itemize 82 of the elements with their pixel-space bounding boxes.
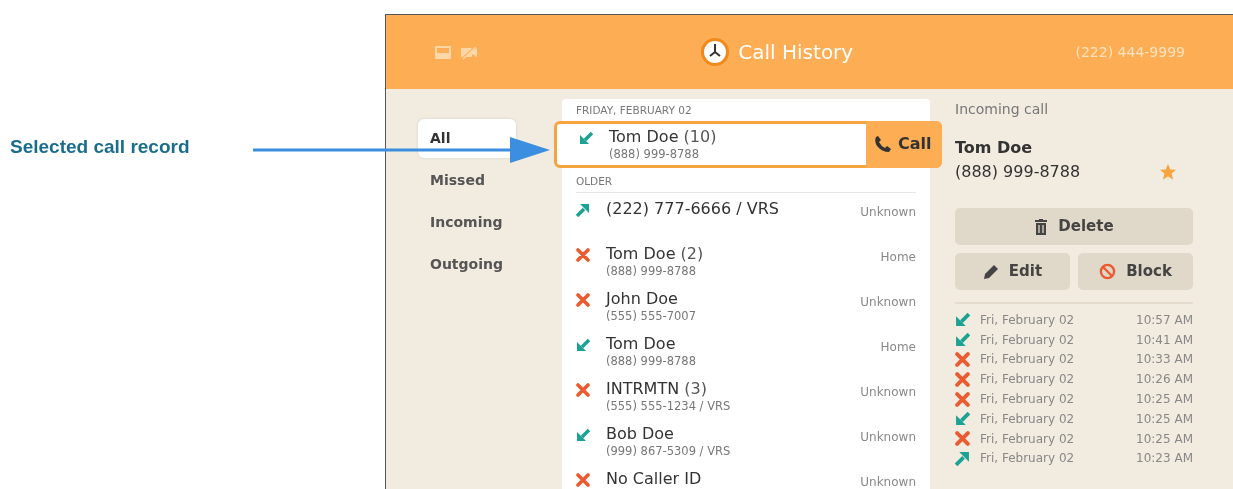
caller-number: (888) 999-8788 [606,352,696,370]
caller-number: (555) 555-7007 [606,307,696,325]
phone-icon [874,135,892,154]
call-date: Fri, February 02 [980,410,1075,428]
call-time: 10:41 AM [1136,331,1193,349]
call-date: Fri, February 02 [980,430,1075,448]
call-record[interactable]: Bob Doe (999) 867-5309 / VRS Unknown [576,417,916,463]
caller-name: Tom Doe [606,333,677,353]
caller-name: Tom Doe (10) [609,126,717,146]
caller-name: No Caller ID [606,468,702,488]
x-mark-icon [955,431,970,447]
call-record[interactable]: No Caller ID Unknown [576,462,916,489]
caller-name: Bob Doe [606,423,675,443]
call-time: 10:33 AM [1136,351,1193,369]
call-date: Fri, February 02 [980,371,1075,389]
call-record[interactable]: INTRMTN (3) (555) 555-1234 / VRS Unknown [576,372,916,418]
page-title: Call History [738,39,854,66]
number-label: Unknown [860,428,916,446]
contact-name: Tom Doe [955,137,1034,159]
caller-number: (555) 555-1234 / VRS [606,397,731,415]
number-label: Unknown [860,293,916,311]
section-heading: FRIDAY, FEBRUARY 02 [576,103,693,118]
action-button[interactable]: Delete [955,208,1193,245]
caller-name: Tom Doe (2) [606,243,704,263]
call-time: 10:23 AM [1136,450,1193,468]
call-record[interactable]: (222) 777-6666 / VRS Unknown [576,192,916,238]
caller-number: (888) 999-8788 [609,145,700,163]
call-record[interactable]: Tom Doe (10) (888) 999-8788 Call [554,120,942,168]
call-record[interactable]: John Doe (555) 555-7007 Unknown [576,282,916,328]
pencil-icon [982,263,999,280]
call-date: Fri, February 02 [980,331,1075,349]
call-time: 10:25 AM [1136,430,1193,448]
number-label: Unknown [860,203,916,221]
x-mark-icon [576,247,590,262]
caller-number: (888) 999-8788 [606,262,697,280]
clock-icon [700,37,731,67]
arrow-up-right-icon [576,202,590,217]
call-time: 10:57 AM [1136,311,1193,329]
call-record[interactable]: Tom Doe (2) (888) 999-8788 Home [576,237,916,283]
caller-number: (999) 867-5309 / VRS [606,442,731,460]
caller-name: (222) 777-6666 / VRS [606,198,779,218]
call-record[interactable]: Tom Doe (888) 999-8788 Home [576,327,916,373]
action-button[interactable]: Edit [955,253,1070,290]
call-time: 10:26 AM [1136,371,1193,389]
call-button[interactable]: Call [866,120,942,168]
caller-name: John Doe [606,288,679,308]
x-mark-icon [576,382,590,397]
filter-tab[interactable]: Missed [418,161,516,200]
x-mark-icon [955,352,970,367]
arrow-down-left-icon [576,337,590,352]
x-mark-icon [955,371,970,387]
call-time: 10:25 AM [1136,410,1193,428]
number-label: Home [880,338,916,356]
phone-number: (222) 444-9999 [1075,42,1185,62]
star-icon[interactable] [1159,163,1177,181]
filter-tab[interactable]: Incoming [418,203,516,242]
number-label: Unknown [860,383,916,401]
number-label: Unknown [860,473,916,489]
x-mark-icon [955,391,970,407]
call-date: Fri, February 02 [980,450,1075,468]
call-date: Fri, February 02 [980,311,1075,329]
arrow-down-left-icon [576,427,590,442]
arrow-down-left-icon [955,411,970,427]
x-mark-icon [576,292,590,307]
call-date: Fri, February 02 [980,391,1075,409]
call-time: 10:25 AM [1136,391,1193,409]
call-type: Incoming call [955,100,1050,119]
arrow-down-left-icon [955,332,970,348]
arrow-up-right-icon [955,450,970,466]
action-button[interactable]: Block [1078,253,1193,290]
contact-number: (888) 999-8788 [955,161,1081,183]
prohibited-icon [1099,263,1117,280]
section-heading: OLDER [576,167,916,193]
x-mark-icon [576,472,590,487]
arrow-down-left-icon [955,312,970,328]
number-label: Home [880,248,916,266]
callout-label: Selected call record [10,135,190,159]
caller-name: INTRMTN (3) [606,378,708,398]
trash-icon [1034,218,1049,235]
arrow-down-left-icon [579,130,593,145]
call-date: Fri, February 02 [980,351,1075,369]
filter-tab[interactable]: Outgoing [418,245,516,284]
